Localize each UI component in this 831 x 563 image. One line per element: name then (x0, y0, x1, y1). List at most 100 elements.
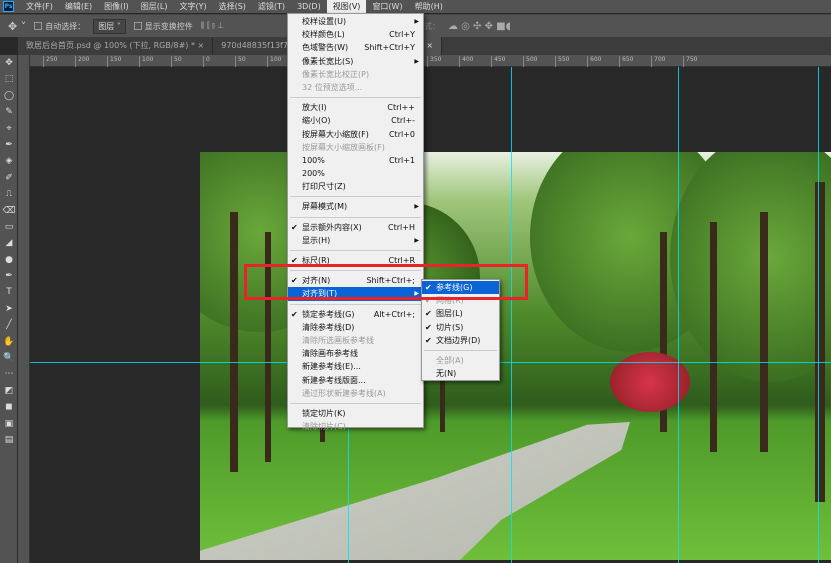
menu-item[interactable]: 新建参考线版面... (288, 374, 423, 387)
menu-item[interactable]: 放大(I) Ctrl++ (288, 101, 423, 114)
tool-icon-7[interactable]: ✐ (0, 170, 18, 186)
menu-3[interactable]: 图层(L) (135, 0, 174, 13)
tool-icon-19[interactable]: ⋯ (0, 366, 18, 382)
menu-2[interactable]: 图像(I) (98, 0, 135, 13)
menu-item[interactable]: ✔ 图层(L) (422, 307, 499, 320)
shortcut: Ctrl+H (388, 222, 415, 232)
guide-line[interactable] (678, 67, 679, 563)
menu-item-label: 无(N) (436, 369, 457, 379)
menu-item[interactable]: 清除参考线(D) (288, 321, 423, 334)
guide-line[interactable] (818, 67, 819, 563)
menu-item[interactable]: 缩小(O) Ctrl+- (288, 114, 423, 127)
menu-item[interactable]: 像素长宽比(S) ▶ (288, 55, 423, 68)
menu-item[interactable]: 清除切片(C) (288, 420, 423, 433)
menu-separator (290, 97, 421, 99)
menu-7[interactable]: 3D(D) (291, 0, 327, 13)
menu-item[interactable]: 校样设置(U) ▶ (288, 15, 423, 28)
menu-separator (290, 402, 421, 404)
tool-icon-5[interactable]: ✒ (0, 137, 18, 153)
menu-item[interactable]: ✔ 文档边界(D) (422, 334, 499, 347)
document-tab[interactable]: 致居后台首页.psd @ 100% (下拉, RGB/8#) * × (18, 37, 214, 55)
close-icon[interactable]: × (198, 41, 205, 50)
tool-icon-16[interactable]: ╱ (0, 317, 18, 333)
menu-9[interactable]: 窗口(W) (366, 0, 408, 13)
3d-mode-icons[interactable]: ☁ ◎ ✣ ✥ ■◖ (448, 21, 511, 32)
tool-icon-3[interactable]: ✎ (0, 104, 18, 120)
auto-select-checkbox[interactable]: 自动选择： (34, 21, 85, 32)
menu-item[interactable]: 100% Ctrl+1 (288, 154, 423, 167)
menu-item[interactable]: 色域警告(W) Shift+Ctrl+Y (288, 41, 423, 54)
tool-icon-15[interactable]: ➤ (0, 301, 18, 317)
ruler-label: 50 (235, 56, 246, 67)
tool-icon-12[interactable]: ● (0, 252, 18, 268)
menu-item-label: 缩小(O) (302, 116, 331, 126)
menu-item[interactable]: 打印尺寸(Z) (288, 180, 423, 193)
shortcut: Shift+Ctrl+Y (364, 43, 415, 53)
tool-icon-18[interactable]: 🔍 (0, 350, 18, 366)
menu-item-label: 显示(H) (302, 235, 331, 245)
tool-icon-1[interactable]: ⬚ (0, 71, 18, 87)
guide-line[interactable] (511, 67, 512, 563)
menu-item[interactable]: 校样颜色(L) Ctrl+Y (288, 28, 423, 41)
tool-icon-13[interactable]: ✒ (0, 268, 18, 284)
menu-item[interactable]: ✔ 切片(S) (422, 321, 499, 334)
menu-item[interactable]: 像素长宽比校正(P) (288, 68, 423, 81)
tool-icon-20[interactable]: ◩ (0, 383, 18, 399)
auto-select-dropdown[interactable]: 图层 ˅ (93, 18, 126, 34)
menu-item[interactable]: 显示(H) ▶ (288, 234, 423, 247)
menu-separator (290, 250, 421, 251)
menu-1[interactable]: 编辑(E) (59, 0, 98, 13)
menu-item[interactable]: 200% (288, 167, 423, 180)
view-menu: 校样设置(U) ▶ 校样颜色(L) Ctrl+Y 色域警告(W) Shift+Ctrl+Y… (287, 13, 424, 431)
tool-icon-11[interactable]: ◢ (0, 235, 18, 251)
show-transform-checkbox[interactable]: 显示变换控件 (133, 21, 193, 32)
menu-item-label: 校样颜色(L) (302, 30, 345, 40)
menu-item-label: 锁定切片(K) (302, 408, 346, 418)
menu-item[interactable]: 锁定切片(K) (288, 407, 423, 420)
menu-item[interactable]: ✔ 锁定参考线(G) Alt+Ctrl+; (288, 308, 423, 321)
tool-icon-6[interactable]: ◈ (0, 153, 18, 169)
menu-6[interactable]: 滤镜(T) (252, 0, 291, 13)
tool-icon-21[interactable]: ◼ (0, 399, 18, 415)
tool-icon-17[interactable]: ✋ (0, 334, 18, 350)
menu-item[interactable]: 无(N) (422, 367, 499, 380)
menu-item[interactable]: 32 位预览选项... (288, 81, 423, 94)
menu-8[interactable]: 视图(V) (326, 0, 367, 13)
menu-4[interactable]: 文字(Y) (173, 0, 212, 13)
menu-item[interactable]: 按屏幕大小缩放(F) Ctrl+0 (288, 128, 423, 141)
menu-item[interactable]: ✔ 显示额外内容(X) Ctrl+H (288, 221, 423, 234)
menu-0[interactable]: 文件(F) (20, 0, 59, 13)
menu-10[interactable]: 帮助(H) (409, 0, 449, 13)
shortcut: Ctrl+1 (388, 155, 415, 165)
vertical-ruler[interactable] (18, 55, 30, 563)
tool-icon-9[interactable]: ⌫ (0, 203, 18, 219)
tool-icon-14[interactable]: T (0, 284, 18, 300)
menu-item-label: 像素长宽比校正(P) (302, 69, 370, 79)
tool-icon-8[interactable]: ⎍ (0, 186, 18, 202)
menu-item[interactable]: 新建参考线(E)... (288, 360, 423, 373)
tool-icon-10[interactable]: ▭ (0, 219, 18, 235)
tool-icon-22[interactable]: ▣ (0, 416, 18, 432)
align-icons[interactable]: ⫼ ⫿ ⫾ ⊥ (201, 21, 224, 31)
menu-5[interactable]: 选择(S) (213, 0, 252, 13)
checkmark-icon: ✔ (291, 309, 298, 319)
tool-icon-2[interactable]: ◯ (0, 88, 18, 104)
horizontal-ruler[interactable]: 2502001501005005010015020025030035040045… (30, 55, 831, 67)
menu-item-label: 清除参考线(D) (302, 322, 355, 332)
tool-icon-23[interactable]: ▤ (0, 432, 18, 448)
tool-icon-0[interactable]: ✥ (0, 55, 18, 71)
tool-icon-4[interactable]: ⌖ (0, 121, 18, 137)
menu-item[interactable]: 按屏幕大小缩放画板(F) (288, 141, 423, 154)
menu-item[interactable]: 全部(A) (422, 354, 499, 367)
ruler-label: 50 (171, 56, 182, 67)
menu-item[interactable]: 清除所选画板参考线 (288, 334, 423, 347)
menu-item[interactable]: 屏幕模式(M) ▶ (288, 200, 423, 213)
ruler-label: 500 (523, 56, 537, 67)
show-transform-label: 显示变换控件 (144, 21, 193, 31)
menu-item[interactable]: 清除画布参考线 (288, 347, 423, 360)
dropdown-value: 图层 (98, 21, 115, 31)
close-icon[interactable]: × (426, 41, 433, 50)
ruler-label: 400 (459, 56, 473, 67)
menu-item[interactable]: 通过形状新建参考线(A) (288, 387, 423, 400)
move-tool-icon[interactable]: ✥ ˅ (8, 20, 26, 33)
